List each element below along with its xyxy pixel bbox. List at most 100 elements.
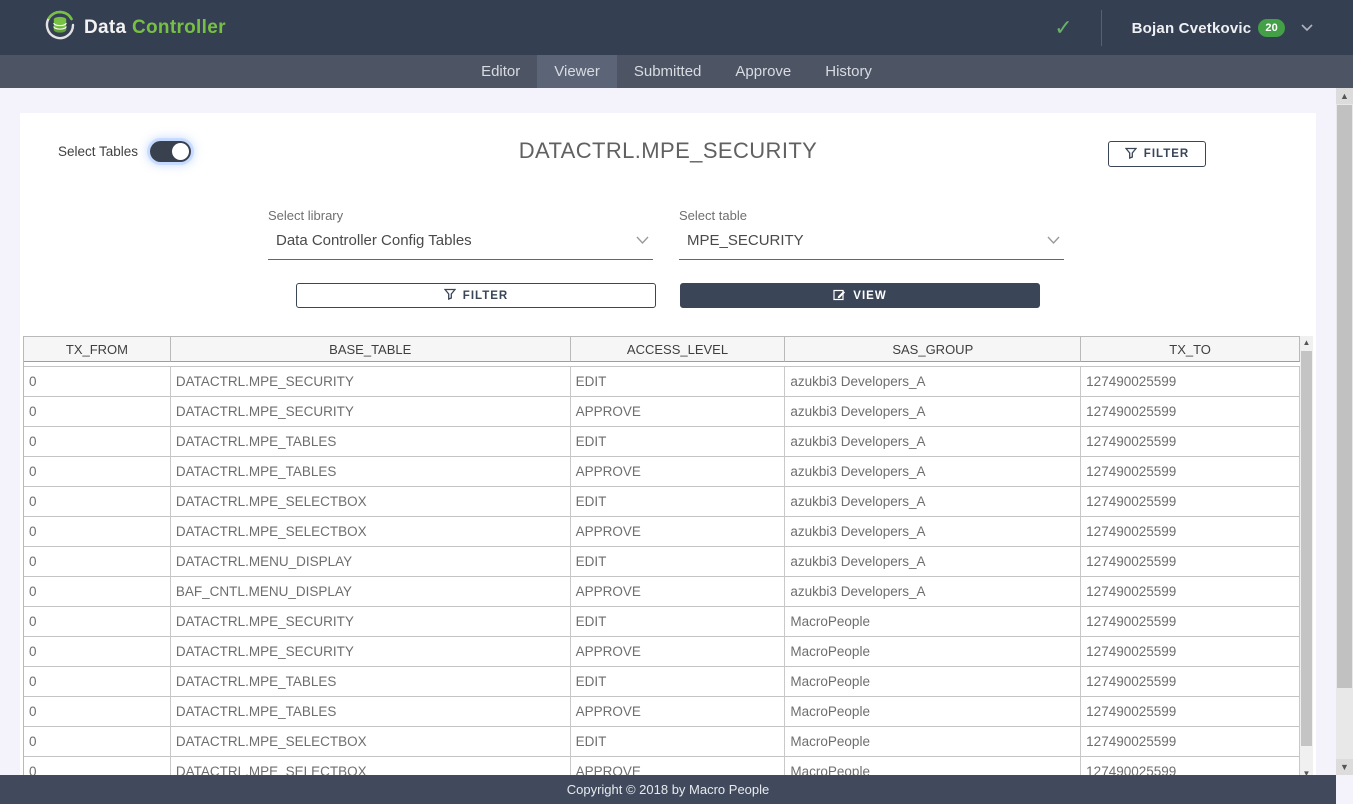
chevron-down-icon[interactable] bbox=[1301, 20, 1313, 35]
main-nav: Editor Viewer Submitted Approve History bbox=[0, 55, 1353, 88]
filter-button-top[interactable]: FILTER bbox=[1108, 141, 1206, 167]
column-header[interactable]: TX_TO bbox=[1081, 337, 1300, 362]
tab-history[interactable]: History bbox=[808, 55, 889, 88]
grid-cell[interactable]: DATACTRL.MPE_SECURITY bbox=[171, 397, 571, 427]
grid-cell[interactable]: DATACTRL.MPE_TABLES bbox=[171, 667, 571, 697]
grid-cell[interactable]: APPROVE bbox=[571, 577, 786, 607]
grid-row: 0DATACTRL.MPE_SECURITYEDITazukbi3 Develo… bbox=[24, 367, 1300, 397]
grid-cell[interactable]: 127490025599 bbox=[1081, 697, 1300, 727]
grid-cell[interactable]: azukbi3 Developers_A bbox=[785, 457, 1081, 487]
scroll-up-icon[interactable]: ▲ bbox=[1300, 336, 1313, 349]
grid-cell[interactable]: DATACTRL.MPE_SELECTBOX bbox=[171, 517, 571, 547]
grid-row: 0DATACTRL.MPE_TABLESAPPROVEMacroPeople12… bbox=[24, 697, 1300, 727]
user-menu[interactable]: Bojan Cvetkovic20 bbox=[1132, 19, 1285, 37]
grid-cell[interactable]: APPROVE bbox=[571, 517, 786, 547]
tab-submitted[interactable]: Submitted bbox=[617, 55, 719, 88]
view-button[interactable]: VIEW bbox=[680, 283, 1040, 308]
window-scrollbar-thumb[interactable] bbox=[1337, 105, 1352, 688]
grid-row: 0DATACTRL.MPE_TABLESAPPROVEazukbi3 Devel… bbox=[24, 457, 1300, 487]
grid-cell[interactable]: 0 bbox=[24, 667, 171, 697]
grid-cell[interactable]: 127490025599 bbox=[1081, 667, 1300, 697]
grid-cell[interactable]: APPROVE bbox=[571, 697, 786, 727]
grid-cell[interactable]: EDIT bbox=[571, 427, 786, 457]
grid-cell[interactable]: DATACTRL.MPE_SELECTBOX bbox=[171, 487, 571, 517]
grid-cell[interactable]: azukbi3 Developers_A bbox=[785, 397, 1081, 427]
grid-cell[interactable]: DATACTRL.MPE_TABLES bbox=[171, 697, 571, 727]
grid-cell[interactable]: 0 bbox=[24, 727, 171, 757]
column-header[interactable]: SAS_GROUP bbox=[785, 337, 1081, 362]
grid-cell[interactable]: MacroPeople bbox=[785, 667, 1081, 697]
grid-row: 0DATACTRL.MPE_SELECTBOXEDITazukbi3 Devel… bbox=[24, 487, 1300, 517]
grid-cell[interactable]: MacroPeople bbox=[785, 607, 1081, 637]
column-header[interactable]: TX_FROM bbox=[24, 337, 171, 362]
grid-cell[interactable]: DATACTRL.MPE_TABLES bbox=[171, 427, 571, 457]
grid-cell[interactable]: BAF_CNTL.MENU_DISPLAY bbox=[171, 577, 571, 607]
grid-cell[interactable]: 127490025599 bbox=[1081, 487, 1300, 517]
grid-cell[interactable]: azukbi3 Developers_A bbox=[785, 427, 1081, 457]
grid-cell[interactable]: 0 bbox=[24, 697, 171, 727]
grid-cell[interactable]: 127490025599 bbox=[1081, 427, 1300, 457]
grid-cell[interactable]: EDIT bbox=[571, 607, 786, 637]
grid-cell[interactable]: 127490025599 bbox=[1081, 517, 1300, 547]
scroll-up-icon[interactable]: ▲ bbox=[1336, 88, 1353, 104]
grid-cell[interactable]: APPROVE bbox=[571, 457, 786, 487]
grid-cell[interactable]: EDIT bbox=[571, 487, 786, 517]
grid-cell[interactable]: MacroPeople bbox=[785, 637, 1081, 667]
grid-cell[interactable]: EDIT bbox=[571, 727, 786, 757]
grid-cell[interactable]: 0 bbox=[24, 427, 171, 457]
grid-cell[interactable]: APPROVE bbox=[571, 397, 786, 427]
grid-cell[interactable]: EDIT bbox=[571, 667, 786, 697]
grid-row: 0DATACTRL.MPE_TABLESEDITMacroPeople12749… bbox=[24, 667, 1300, 697]
grid-cell[interactable]: 0 bbox=[24, 487, 171, 517]
grid-cell[interactable]: DATACTRL.MPE_SECURITY bbox=[171, 637, 571, 667]
grid-cell[interactable]: 0 bbox=[24, 577, 171, 607]
grid-cell[interactable]: 127490025599 bbox=[1081, 547, 1300, 577]
tab-viewer[interactable]: Viewer bbox=[537, 55, 617, 88]
grid-cell[interactable]: DATACTRL.MPE_SECURITY bbox=[171, 607, 571, 637]
grid-scrollbar-thumb[interactable] bbox=[1301, 351, 1312, 746]
grid-row: 0DATACTRL.MPE_SELECTBOXAPPROVEazukbi3 De… bbox=[24, 517, 1300, 547]
grid-cell[interactable]: 0 bbox=[24, 637, 171, 667]
grid-scrollbar[interactable]: ▲ ▼ bbox=[1300, 336, 1313, 780]
grid-cell[interactable]: 127490025599 bbox=[1081, 367, 1300, 397]
window-scrollbar[interactable]: ▲ ▼ bbox=[1336, 88, 1353, 775]
grid-cell[interactable]: 127490025599 bbox=[1081, 577, 1300, 607]
grid-cell[interactable]: 0 bbox=[24, 607, 171, 637]
grid-cell[interactable]: azukbi3 Developers_A bbox=[785, 367, 1081, 397]
grid-cell[interactable]: 127490025599 bbox=[1081, 457, 1300, 487]
copyright-text: Copyright © 2018 by Macro People bbox=[567, 782, 770, 797]
grid-cell[interactable]: EDIT bbox=[571, 547, 786, 577]
grid-cell[interactable]: EDIT bbox=[571, 367, 786, 397]
tab-editor[interactable]: Editor bbox=[464, 55, 537, 88]
grid-cell[interactable]: azukbi3 Developers_A bbox=[785, 547, 1081, 577]
grid-cell[interactable]: MacroPeople bbox=[785, 697, 1081, 727]
grid-cell[interactable]: 127490025599 bbox=[1081, 607, 1300, 637]
select-library-dropdown[interactable]: Data Controller Config Tables bbox=[268, 232, 653, 260]
grid-cell[interactable]: 0 bbox=[24, 367, 171, 397]
column-header[interactable]: ACCESS_LEVEL bbox=[571, 337, 786, 362]
grid-cell[interactable]: APPROVE bbox=[571, 637, 786, 667]
grid-cell[interactable]: azukbi3 Developers_A bbox=[785, 487, 1081, 517]
grid-cell[interactable]: DATACTRL.MPE_SELECTBOX bbox=[171, 727, 571, 757]
grid-cell[interactable]: DATACTRL.MPE_SECURITY bbox=[171, 367, 571, 397]
grid-cell[interactable]: 0 bbox=[24, 517, 171, 547]
top-navbar: Data Controller ✓ Bojan Cvetkovic20 bbox=[0, 0, 1353, 55]
filter-button[interactable]: FILTER bbox=[296, 283, 656, 308]
grid-cell[interactable]: 127490025599 bbox=[1081, 637, 1300, 667]
column-header[interactable]: BASE_TABLE bbox=[171, 337, 571, 362]
status-check-icon: ✓ bbox=[1054, 15, 1072, 41]
tab-approve[interactable]: Approve bbox=[718, 55, 808, 88]
scroll-down-icon[interactable]: ▼ bbox=[1336, 759, 1353, 775]
grid-cell[interactable]: 127490025599 bbox=[1081, 727, 1300, 757]
grid-cell[interactable]: 127490025599 bbox=[1081, 397, 1300, 427]
select-table-dropdown[interactable]: MPE_SECURITY bbox=[679, 232, 1064, 260]
grid-cell[interactable]: azukbi3 Developers_A bbox=[785, 517, 1081, 547]
grid-cell[interactable]: 0 bbox=[24, 547, 171, 577]
grid-cell[interactable]: azukbi3 Developers_A bbox=[785, 577, 1081, 607]
grid-cell[interactable]: DATACTRL.MPE_TABLES bbox=[171, 457, 571, 487]
view-icon bbox=[833, 288, 846, 304]
grid-cell[interactable]: 0 bbox=[24, 457, 171, 487]
grid-cell[interactable]: 0 bbox=[24, 397, 171, 427]
grid-cell[interactable]: DATACTRL.MENU_DISPLAY bbox=[171, 547, 571, 577]
grid-cell[interactable]: MacroPeople bbox=[785, 727, 1081, 757]
